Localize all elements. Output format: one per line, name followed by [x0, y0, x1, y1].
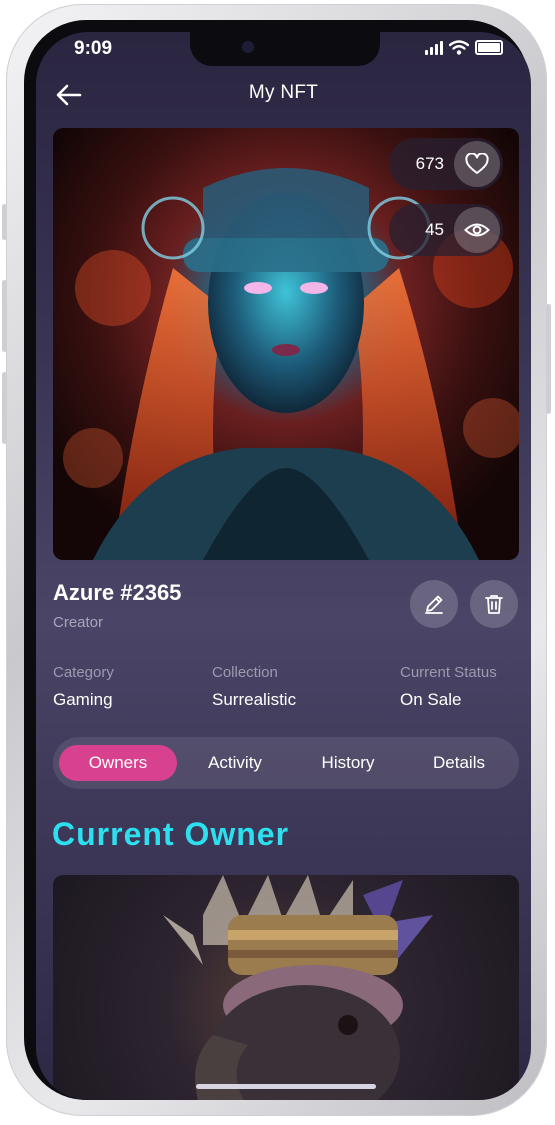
- heart-icon: [465, 153, 489, 174]
- views-count: 45: [425, 220, 444, 239]
- status-value: On Sale: [400, 690, 462, 709]
- like-button[interactable]: [454, 141, 500, 187]
- category-label: Category: [53, 664, 114, 681]
- eye-icon: [464, 223, 490, 237]
- nft-artwork: [63, 168, 519, 560]
- nft-image[interactable]: 673 45: [53, 128, 519, 560]
- power-button: [546, 304, 551, 414]
- view-button[interactable]: [454, 207, 500, 253]
- nft-name: Azure #2365: [53, 580, 182, 605]
- page-title: My NFT: [248, 82, 319, 103]
- status-label: Current Status: [400, 664, 497, 681]
- collection-value: Surrealistic: [212, 690, 297, 709]
- tab-bar: Owners Activity History Details: [53, 737, 519, 789]
- owner-artwork: [163, 875, 433, 1100]
- status-block: Current Status On Sale: [400, 664, 497, 710]
- notch: [190, 32, 380, 66]
- category-block: Category Gaming: [53, 664, 114, 710]
- views-pill[interactable]: 45: [389, 204, 503, 256]
- app-screen: 9:09 My NFT 673 45 Azure #2365 Creator C…: [36, 32, 531, 1100]
- wifi-icon: [449, 40, 469, 55]
- tab-details[interactable]: Details: [409, 745, 509, 781]
- trash-icon: [485, 595, 503, 614]
- battery-icon: [475, 40, 503, 55]
- header: My NFT: [36, 78, 531, 112]
- phone-frame: 9:09 My NFT 673 45 Azure #2365 Creator C…: [2, 4, 551, 1116]
- edit-button[interactable]: [410, 580, 458, 628]
- tab-history[interactable]: History: [299, 745, 397, 781]
- tab-activity[interactable]: Activity: [183, 745, 287, 781]
- likes-count: 673: [415, 154, 444, 173]
- pencil-icon: [425, 595, 443, 614]
- owner-image[interactable]: [53, 875, 519, 1100]
- status-time: 9:09: [74, 38, 113, 59]
- tab-owners[interactable]: Owners: [59, 745, 177, 781]
- section-title: Current Owner: [52, 816, 290, 852]
- likes-pill[interactable]: 673: [389, 138, 503, 190]
- home-indicator[interactable]: [196, 1084, 376, 1089]
- volume-up-button: [2, 280, 7, 352]
- volume-down-button: [2, 372, 7, 444]
- mute-switch: [2, 204, 7, 240]
- category-value: Gaming: [53, 690, 113, 709]
- collection-label: Collection: [212, 664, 278, 681]
- delete-button[interactable]: [470, 580, 518, 628]
- camera: [242, 41, 254, 53]
- signal-icon: [425, 41, 443, 55]
- collection-block: Collection Surrealistic: [212, 664, 296, 710]
- creator-label[interactable]: Creator: [53, 614, 103, 631]
- status-icons: [425, 40, 503, 55]
